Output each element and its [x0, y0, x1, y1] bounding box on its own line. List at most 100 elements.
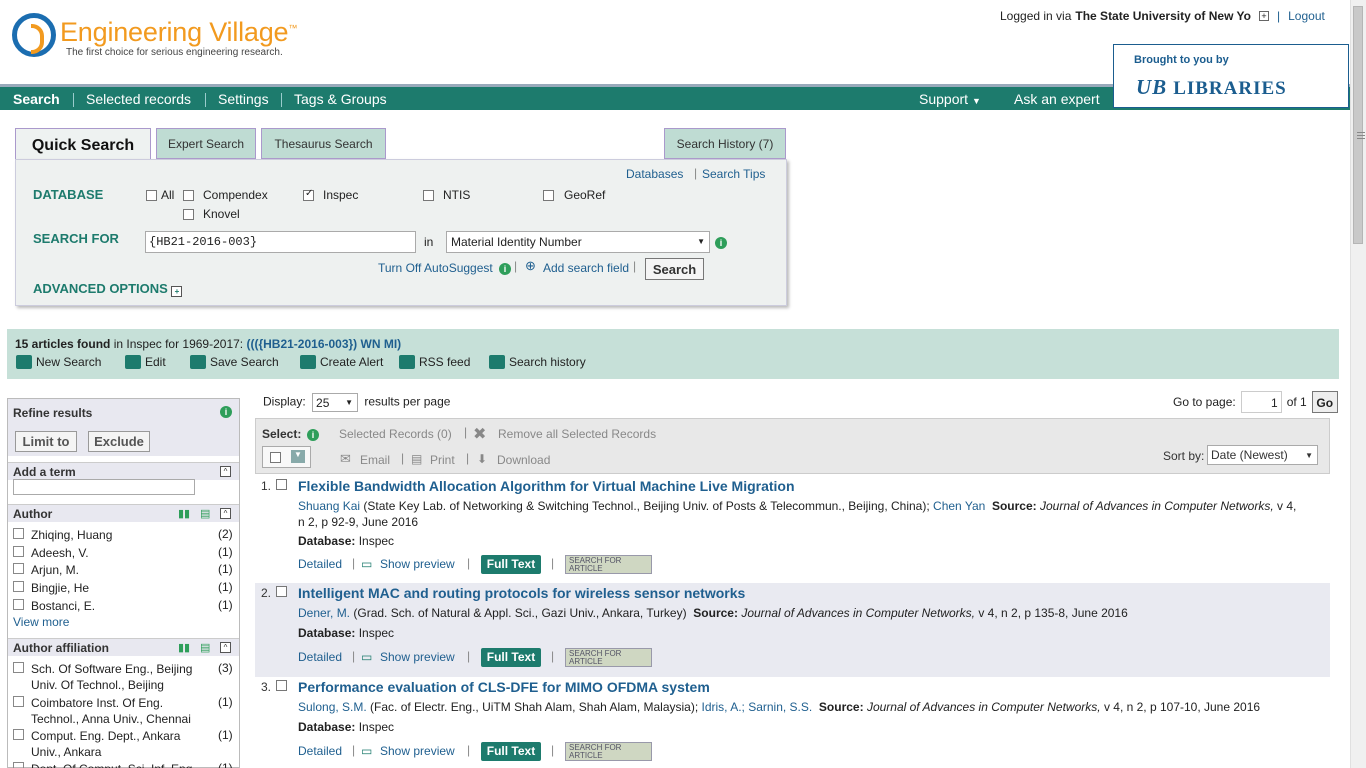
edit-action[interactable]: Edit	[125, 355, 166, 369]
record-number: 3.	[261, 680, 272, 694]
db-compendex-checkbox[interactable]	[183, 190, 194, 201]
record-title-link[interactable]: Flexible Bandwidth Allocation Algorithm …	[298, 478, 795, 494]
author-link[interactable]: Chen Yan	[933, 499, 985, 513]
facet-checkbox[interactable]	[13, 696, 24, 707]
chart-icon[interactable]: ▮▮	[178, 641, 190, 654]
search-for-article-button[interactable]: SEARCH FOR ARTICLE	[565, 555, 652, 574]
facet-checkbox[interactable]	[13, 528, 24, 539]
facet-checkbox[interactable]	[13, 662, 24, 673]
show-preview-link[interactable]: Show preview	[380, 650, 455, 664]
limit-to-button[interactable]: Limit to	[15, 431, 77, 452]
facet-checkbox[interactable]	[13, 762, 24, 768]
select-all-dropdown[interactable]: ▼	[262, 446, 311, 468]
info-icon[interactable]: i	[220, 406, 232, 418]
nav-search[interactable]: Search	[13, 91, 60, 107]
go-button[interactable]: Go	[1311, 391, 1338, 413]
sort-select[interactable]: Date (Newest) ▼	[1207, 445, 1318, 465]
info-icon[interactable]: i	[307, 429, 319, 441]
page-input[interactable]: 1	[1240, 391, 1282, 413]
author-link[interactable]: Idris, A.; Sarnin, S.S.	[702, 700, 813, 714]
facet-checkbox[interactable]	[13, 599, 24, 610]
search-query-input[interactable]: {HB21-2016-003}	[145, 231, 416, 253]
affiliation-section: Author affiliation ▮▮ ▤ ^	[8, 638, 239, 656]
facet-count: (2)	[218, 527, 233, 541]
record-title-link[interactable]: Performance evaluation of CLS-DFE for MI…	[298, 679, 710, 695]
author-link[interactable]: Dener, M.	[298, 606, 350, 620]
advanced-options-toggle[interactable]: ADVANCED OPTIONS +	[33, 281, 183, 297]
add-term-input[interactable]	[13, 479, 195, 495]
tab-search-history[interactable]: Search History (7)	[664, 128, 786, 159]
page-scrollbar[interactable]	[1350, 0, 1366, 768]
db-georef-checkbox[interactable]	[543, 190, 554, 201]
search-button[interactable]: Search	[645, 258, 704, 280]
collapse-icon[interactable]: ^	[220, 642, 231, 653]
facet-checkbox[interactable]	[13, 563, 24, 574]
tab-expert-search[interactable]: Expert Search	[156, 128, 256, 159]
info-icon[interactable]: i	[715, 237, 727, 249]
create-alert-action[interactable]: Create Alert	[300, 355, 383, 369]
db-knovel-checkbox[interactable]	[183, 209, 194, 220]
nav-settings[interactable]: Settings	[218, 91, 269, 107]
logout-link[interactable]: Logout	[1288, 9, 1325, 23]
search-history-action[interactable]: Search history	[489, 355, 586, 369]
nav-support[interactable]: Support ▼	[919, 91, 981, 107]
full-text-button[interactable]: Full Text	[481, 555, 541, 574]
search-field-select[interactable]: Material Identity Number ▼	[446, 231, 710, 253]
chart-icon[interactable]: ▮▮	[178, 507, 190, 520]
tab-quick-search[interactable]: Quick Search	[15, 128, 151, 160]
show-preview-link[interactable]: Show preview	[380, 744, 455, 758]
databases-link[interactable]: Databases	[626, 167, 683, 181]
record-checkbox[interactable]	[276, 586, 287, 597]
remove-all-button[interactable]: Remove all Selected Records	[498, 427, 656, 441]
search-for-article-button[interactable]: SEARCH FOR ARTICLE	[565, 742, 652, 761]
nav-ask-expert[interactable]: Ask an expert	[1014, 91, 1100, 107]
facet-checkbox[interactable]	[13, 581, 24, 592]
db-all-checkbox[interactable]	[146, 190, 157, 201]
show-preview-link[interactable]: Show preview	[380, 557, 455, 571]
edit-icon	[125, 355, 141, 369]
selected-records-count[interactable]: Selected Records (0)	[339, 427, 452, 441]
db-ntis-checkbox[interactable]	[423, 190, 434, 201]
results-query-link[interactable]: ((({HB21-2016-003}) WN MI)	[246, 337, 401, 351]
per-page-select[interactable]: 25 ▼	[312, 393, 359, 412]
facet-checkbox[interactable]	[13, 546, 24, 557]
tab-thesaurus-search[interactable]: Thesaurus Search	[261, 128, 386, 159]
record-checkbox[interactable]	[276, 680, 287, 691]
email-button[interactable]: Email	[360, 453, 390, 467]
export-icon[interactable]: ▤	[200, 641, 210, 654]
search-tips-link[interactable]: Search Tips	[702, 167, 765, 181]
rss-feed-action[interactable]: RSS feed	[399, 355, 470, 369]
database-label: Database:	[298, 626, 356, 640]
expand-icon[interactable]: +	[1259, 11, 1269, 21]
full-text-button[interactable]: Full Text	[481, 742, 541, 761]
author-link[interactable]: Sulong, S.M.	[298, 700, 367, 714]
full-text-button[interactable]: Full Text	[481, 648, 541, 667]
detailed-link[interactable]: Detailed	[298, 744, 342, 758]
detailed-link[interactable]: Detailed	[298, 650, 342, 664]
nav-selected-records[interactable]: Selected records	[86, 91, 191, 107]
collapse-icon[interactable]: ^	[220, 508, 231, 519]
search-for-article-button[interactable]: SEARCH FOR ARTICLE	[565, 648, 652, 667]
download-button[interactable]: Download	[497, 453, 550, 467]
detailed-link[interactable]: Detailed	[298, 557, 342, 571]
engineering-village-logo[interactable]: Engineering Village™ The first choice fo…	[12, 13, 297, 58]
autosuggest-toggle[interactable]: Turn Off AutoSuggest	[378, 261, 493, 275]
save-search-action[interactable]: Save Search	[190, 355, 279, 369]
record-checkbox[interactable]	[276, 479, 287, 490]
db-inspec-checkbox[interactable]	[303, 188, 314, 201]
facet-checkbox[interactable]	[13, 729, 24, 740]
author-link[interactable]: Shuang Kai	[298, 499, 360, 513]
new-search-action[interactable]: New Search	[16, 355, 101, 369]
nav-tags-groups[interactable]: Tags & Groups	[294, 91, 387, 107]
print-button[interactable]: Print	[430, 453, 455, 467]
save-icon	[190, 355, 206, 369]
info-icon[interactable]: i	[499, 263, 511, 275]
exclude-button[interactable]: Exclude	[88, 431, 150, 452]
scrollbar-thumb[interactable]	[1353, 6, 1365, 244]
collapse-icon[interactable]: ^	[220, 466, 231, 477]
brought-to-you-by[interactable]: Brought to you by UB LIBRARIES	[1113, 44, 1349, 108]
add-search-field-link[interactable]: Add search field	[543, 261, 629, 275]
record-title-link[interactable]: Intelligent MAC and routing protocols fo…	[298, 585, 745, 601]
view-more-link[interactable]: View more	[13, 615, 69, 629]
export-icon[interactable]: ▤	[200, 507, 210, 520]
